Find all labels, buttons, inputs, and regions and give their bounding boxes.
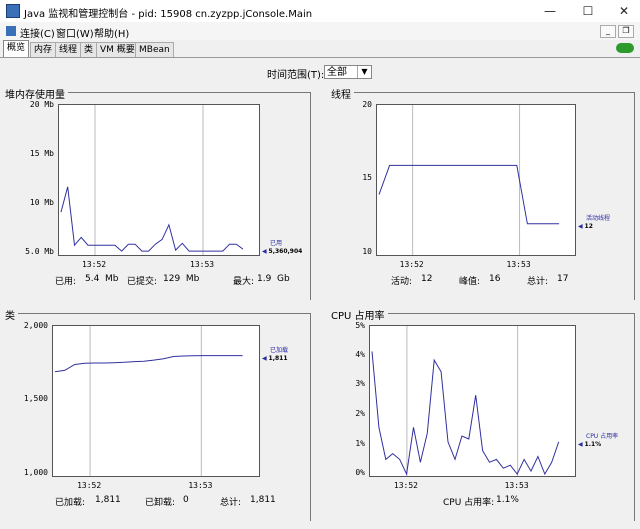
- footer-value: 1.1%: [496, 495, 519, 505]
- tab-memory[interactable]: 内存: [30, 42, 57, 57]
- heap-panel: 堆内存使用量 20 Mb 15 Mb 10 Mb 5.0 Mb 13:52 13:53 已用 ◀…: [5, 86, 311, 301]
- series-line: [54, 355, 243, 373]
- series-line: [60, 186, 244, 252]
- y-tick-label: 4%: [355, 350, 365, 359]
- heap-plot: [58, 104, 260, 256]
- panel-title: 堆内存使用量: [5, 86, 68, 101]
- menu-help[interactable]: 帮助(H): [94, 25, 129, 40]
- y-tick-label: 3%: [355, 379, 365, 388]
- y-tick-label: 5.0 Mb: [25, 247, 54, 256]
- legend-name: 已用: [270, 240, 283, 248]
- series-legend: 已加载 ◀ 1,811: [262, 347, 288, 363]
- java-app-icon: [6, 4, 20, 18]
- tab-threads[interactable]: 线程: [55, 42, 82, 57]
- legend-value: ◀ 1.1%: [578, 440, 602, 448]
- x-tick-label: 13:53: [506, 260, 531, 269]
- legend-value: ◀ 12: [578, 222, 593, 230]
- footer-unloaded-value: 0: [183, 495, 189, 505]
- window-title: Java 监视和管理控制台 - pid: 15908 cn.zyzpp.jCon…: [24, 9, 313, 20]
- y-tick-label: 1,000: [23, 468, 48, 477]
- time-range-select[interactable]: 全部 ▼: [324, 65, 372, 79]
- y-tick-label: 15: [362, 173, 372, 182]
- y-tick-label: 10 Mb: [29, 198, 54, 207]
- series-line: [378, 164, 560, 225]
- legend-value: ◀ 1,811: [262, 354, 288, 362]
- footer-committed-label: 已提交:: [127, 277, 158, 287]
- connection-icon: [6, 26, 16, 36]
- minimize-button[interactable]: —: [532, 0, 568, 22]
- menu-bar: 连接(C) 窗口(W) 帮助(H) _ ❐: [0, 22, 640, 40]
- close-button[interactable]: ✕: [606, 0, 640, 22]
- inner-minimize-icon[interactable]: _: [600, 25, 616, 38]
- tab-mbean[interactable]: MBean: [135, 42, 174, 57]
- footer-max-label: 最大:: [233, 277, 255, 287]
- series-legend: 活动线程 ◀ 12: [578, 215, 610, 231]
- y-tick-label: 10: [362, 247, 372, 256]
- legend-name: CPU 占用率: [586, 432, 619, 440]
- chevron-down-icon: ▼: [357, 66, 371, 78]
- tab-bar: 概览 内存 线程 类 VM 概要 MBean: [0, 40, 640, 58]
- footer-label: CPU 占用率:: [443, 498, 495, 508]
- tab-overview[interactable]: 概览: [3, 40, 30, 57]
- footer-total-label: 总计:: [220, 498, 242, 508]
- inner-window-controls: _ ❐: [598, 25, 634, 38]
- connection-status-icon: [616, 43, 634, 53]
- x-tick-label: 13:53: [504, 481, 529, 490]
- y-tick-label: 15 Mb: [29, 149, 54, 158]
- classes-plot: [52, 325, 260, 477]
- panel-title: CPU 占用率: [331, 307, 388, 322]
- footer-loaded-label: 已加载:: [55, 498, 86, 508]
- legend-value: ◀ 5,360,904: [262, 248, 303, 256]
- x-tick-label: 13:52: [399, 260, 424, 269]
- panel-title: 线程: [331, 86, 354, 101]
- tab-classes[interactable]: 类: [80, 42, 98, 57]
- time-range-label: 时间范围(T):: [267, 70, 325, 81]
- footer-live-label: 活动:: [391, 277, 413, 287]
- footer-total-value: 17: [557, 274, 569, 284]
- footer-total-value: 1,811: [250, 495, 276, 505]
- cpu-panel: CPU 占用率 5% 4% 3% 2% 1% 0% 13:52 13:53 CPU 占用率 ◀ 1.…: [331, 307, 635, 522]
- threads-panel: 线程 20 15 10 13:52 13:53 活动线程 ◀ 12 活动: 12 峰值: 16 总计: 1…: [331, 86, 635, 301]
- x-tick-label: 13:53: [190, 260, 215, 269]
- y-tick-label: 2,000: [23, 321, 48, 330]
- inner-restore-icon[interactable]: ❐: [618, 25, 634, 38]
- x-tick-label: 13:52: [77, 481, 102, 490]
- threads-plot: [376, 104, 576, 256]
- series-line: [371, 351, 560, 476]
- time-range-value: 全部: [327, 67, 347, 78]
- x-tick-label: 13:53: [188, 481, 213, 490]
- legend-name: 活动线程: [586, 214, 611, 222]
- classes-panel: 类 2,000 1,500 1,000 13:52 13:53 已加载 ◀ 1,811 已加载:…: [5, 307, 311, 522]
- footer-max-value: 1.9 Gb: [257, 274, 290, 284]
- y-tick-label: 1%: [355, 439, 365, 448]
- footer-used-label: 已用:: [55, 277, 77, 287]
- y-tick-label: 2%: [355, 409, 365, 418]
- series-legend: CPU 占用率 ◀ 1.1%: [578, 433, 618, 449]
- cpu-plot: [369, 325, 576, 477]
- footer-total-label: 总计:: [527, 277, 549, 287]
- footer-peak-value: 16: [489, 274, 501, 284]
- footer-unloaded-label: 已卸载:: [145, 498, 176, 508]
- x-tick-label: 13:52: [393, 481, 418, 490]
- maximize-button[interactable]: ☐: [570, 0, 606, 22]
- footer-loaded-value: 1,811: [95, 495, 121, 505]
- menu-window[interactable]: 窗口(W): [56, 25, 94, 40]
- x-tick-label: 13:52: [82, 260, 107, 269]
- y-tick-label: 20: [362, 100, 372, 109]
- series-legend: 已用 ◀ 5,360,904: [262, 240, 302, 256]
- y-tick-label: 1,500: [23, 394, 48, 403]
- menu-connect[interactable]: 连接(C): [20, 25, 55, 40]
- footer-used-value: 5.4 Mb: [85, 274, 119, 284]
- y-tick-label: 20 Mb: [29, 100, 54, 109]
- footer-committed-value: 129 Mb: [163, 274, 200, 284]
- title-bar: Java 监视和管理控制台 - pid: 15908 cn.zyzpp.jCon…: [0, 0, 640, 23]
- panel-title: 类: [5, 307, 18, 322]
- footer-live-value: 12: [421, 274, 433, 284]
- legend-name: 已加载: [270, 346, 289, 354]
- footer-peak-label: 峰值:: [459, 277, 481, 287]
- y-tick-label: 0%: [355, 468, 365, 477]
- y-tick-label: 5%: [355, 321, 365, 330]
- tab-vm-summary[interactable]: VM 概要: [96, 42, 139, 57]
